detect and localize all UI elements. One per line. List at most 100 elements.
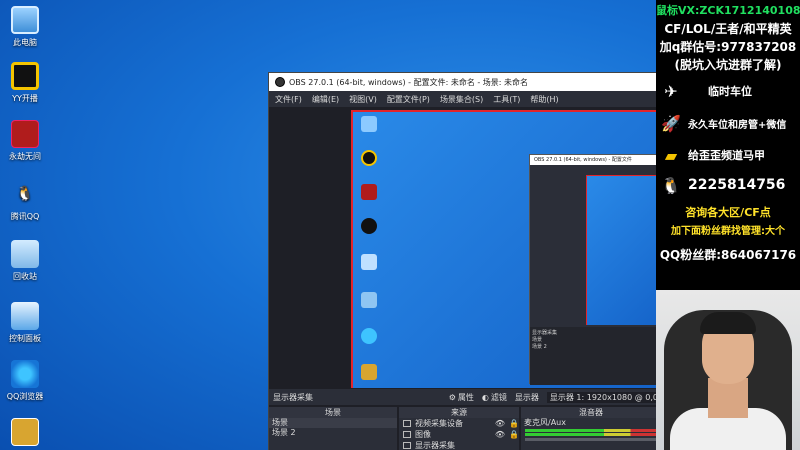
nested-scene: 场景 2 (532, 344, 547, 350)
source-item[interactable]: 图像 👁 🔒 (399, 429, 519, 440)
stream-info-panel: 鼠标VX:ZCK1712140108 CF/LOL/王者/和平精英 加q群估号:… (656, 0, 800, 290)
preview-canvas: OBS 27.0.1 (64-bit, windows) - 配置文件 显示器采… (351, 110, 670, 388)
desktop-icon-label: 此电脑 (13, 38, 37, 47)
filter-icon: ◐ (481, 392, 489, 402)
panel-row-text: 2225814756 (688, 177, 786, 193)
panel-row-text: 给歪歪频道马甲 (688, 149, 765, 162)
panel-row-temp-slot: ✈ 临时车位 (658, 78, 798, 104)
mini-yy-icon (359, 150, 379, 167)
menu-help[interactable]: 帮助(H) (530, 94, 558, 105)
obs-menu-bar: 文件(F) 编辑(E) 视图(V) 配置文件(P) 场景集合(S) 工具(T) … (269, 91, 659, 107)
source-label: 图像 (415, 430, 431, 439)
panel-line-6: 加下面粉丝群找管理:大个 (671, 226, 785, 237)
properties-button[interactable]: ⚙ 属性 (449, 392, 474, 403)
source-label: 视频采集设备 (415, 419, 463, 428)
desktop-icon-yy[interactable]: YY开播 (4, 62, 46, 104)
scene-item[interactable]: 场景 2 (269, 428, 397, 438)
desktop-icon-label: 回收站 (13, 272, 37, 281)
panel-line-1: 鼠标VX:ZCK1712140108 (656, 4, 800, 17)
obs-logo-icon (275, 77, 285, 87)
audio-mixer-dock: 混音器 麦克风/Aux (521, 407, 661, 450)
menu-view[interactable]: 视图(V) (349, 94, 377, 105)
filters-button[interactable]: ◐ 滤镜 (482, 392, 507, 403)
eye-icon[interactable]: 👁 (495, 419, 505, 428)
panel-line-7: QQ粉丝群:864067176 (659, 248, 797, 262)
qq-penguin-icon: 🐧 (16, 186, 34, 202)
desktop-icon-control-panel[interactable]: 控制面板 (4, 302, 46, 344)
mini-recycle-bin-icon (359, 254, 379, 271)
display-select[interactable]: 显示器 1: 1920x1080 @ 0,0 (546, 391, 661, 403)
yy-icon (11, 62, 39, 90)
panel-row-vest: ▰ 给歪歪频道马甲 (658, 142, 798, 168)
scene-item[interactable]: 场景 (269, 418, 397, 428)
mini-computer-icon (359, 116, 379, 133)
panel-row-text: 永久车位和房管+微信 (688, 119, 787, 131)
scenes-header: 场景 (269, 407, 397, 418)
mini-browser-icon (359, 328, 379, 345)
audio-meter (525, 433, 657, 436)
scenes-dock: 场景 场景 场景 2 (269, 407, 397, 450)
volume-slider[interactable] (525, 438, 657, 441)
panel-line-4: (脱坑入坑进群了解) (674, 58, 782, 72)
nested-obs-title: OBS 27.0.1 (64-bit, windows) - 配置文件 (530, 155, 668, 165)
eye-icon[interactable]: 👁 (495, 430, 505, 439)
source-item[interactable]: 视频采集设备 👁 🔒 (399, 418, 519, 429)
desktop-icon-qq[interactable]: 🐧 腾讯QQ (4, 180, 46, 222)
recycle-bin-icon (11, 240, 39, 268)
menu-tools[interactable]: 工具(T) (493, 94, 520, 105)
menu-profile[interactable]: 配置文件(P) (387, 94, 430, 105)
obs-window: OBS 27.0.1 (64-bit, windows) - 配置文件: 未命名… (268, 72, 670, 450)
airplane-icon: ✈ (664, 81, 678, 101)
mini-naraka-icon (359, 184, 379, 201)
obs-title-bar[interactable]: OBS 27.0.1 (64-bit, windows) - 配置文件: 未命名… (269, 73, 659, 91)
panel-line-3: 加q群估号:977837208 (659, 40, 797, 54)
webcam-feed (656, 290, 800, 450)
panel-row-text: 临时车位 (708, 85, 752, 98)
gear-icon: ⚙ (448, 392, 456, 402)
menu-file[interactable]: 文件(F) (275, 94, 302, 105)
streamer-hair (700, 312, 756, 334)
desktop-icon-this-pc[interactable]: 此电脑 (4, 6, 46, 48)
obs-window-title: OBS 27.0.1 (64-bit, windows) - 配置文件: 未命名… (289, 77, 529, 87)
display-label: 显示器 (514, 392, 539, 402)
document-icon (11, 418, 39, 446)
panel-line-5: 咨询各大区/CF点 (685, 206, 771, 219)
lock-icon[interactable]: 🔒 (509, 430, 519, 439)
desktop-icon-qq-browser[interactable]: QQ浏览器 (4, 360, 46, 402)
source-item[interactable]: 显示器采集 (399, 440, 519, 450)
gold-bar-icon: ▰ (664, 145, 678, 165)
menu-scene-collection[interactable]: 场景集合(S) (440, 94, 483, 105)
panel-row-permanent-slot: 🚀 永久车位和房管+微信 (658, 110, 798, 136)
mixer-header: 混音器 (521, 407, 661, 418)
obs-docks: 场景 场景 场景 2 来源 视频采集设备 👁 🔒 图像 👁 🔒 显示器采集 混音… (269, 407, 661, 450)
nested-dock-label: 显示器采集 (532, 330, 558, 336)
lock-icon[interactable]: 🔒 (509, 419, 519, 428)
rocket-icon: 🚀 (661, 113, 681, 133)
panel-row-qq: 🐧 2225814756 (658, 172, 798, 198)
computer-icon (11, 6, 39, 34)
panel-line-2: CF/LOL/王者/和平精英 (664, 22, 792, 36)
desktop-icon-recycle-bin[interactable]: 回收站 (4, 240, 46, 282)
desktop-icon-label: 控制面板 (9, 334, 41, 343)
desktop-icon-label: 永劫无间 (9, 152, 41, 161)
audio-meter (525, 429, 657, 432)
video-capture-icon (403, 420, 411, 427)
nested-scene: 场景 (532, 337, 543, 343)
sources-header: 来源 (399, 407, 519, 418)
filters-label: 滤镜 (490, 392, 507, 402)
desktop-icon-document[interactable] (4, 418, 46, 449)
menu-edit[interactable]: 编辑(E) (312, 94, 339, 105)
streamer-neck (708, 378, 748, 418)
source-toolbar: 显示器采集 ⚙ 属性 ◐ 滤镜 显示器 显示器 1: 1920x1080 @ 0… (269, 389, 661, 405)
desktop-icon-label: QQ浏览器 (6, 392, 44, 401)
qq-browser-icon (11, 360, 39, 388)
nested-obs-window: OBS 27.0.1 (64-bit, windows) - 配置文件 显示器采… (529, 154, 670, 385)
desktop-icon-label: YY开播 (12, 94, 38, 103)
image-icon (403, 431, 411, 438)
monitor-icon (403, 442, 411, 449)
desktop-icon-naraka[interactable]: 永劫无间 (4, 120, 46, 162)
mini-control-panel-icon (359, 292, 379, 309)
qq-penguin-icon: 🐧 (661, 175, 681, 195)
mini-qq-icon (359, 218, 379, 235)
source-label: 显示器采集 (415, 441, 455, 450)
